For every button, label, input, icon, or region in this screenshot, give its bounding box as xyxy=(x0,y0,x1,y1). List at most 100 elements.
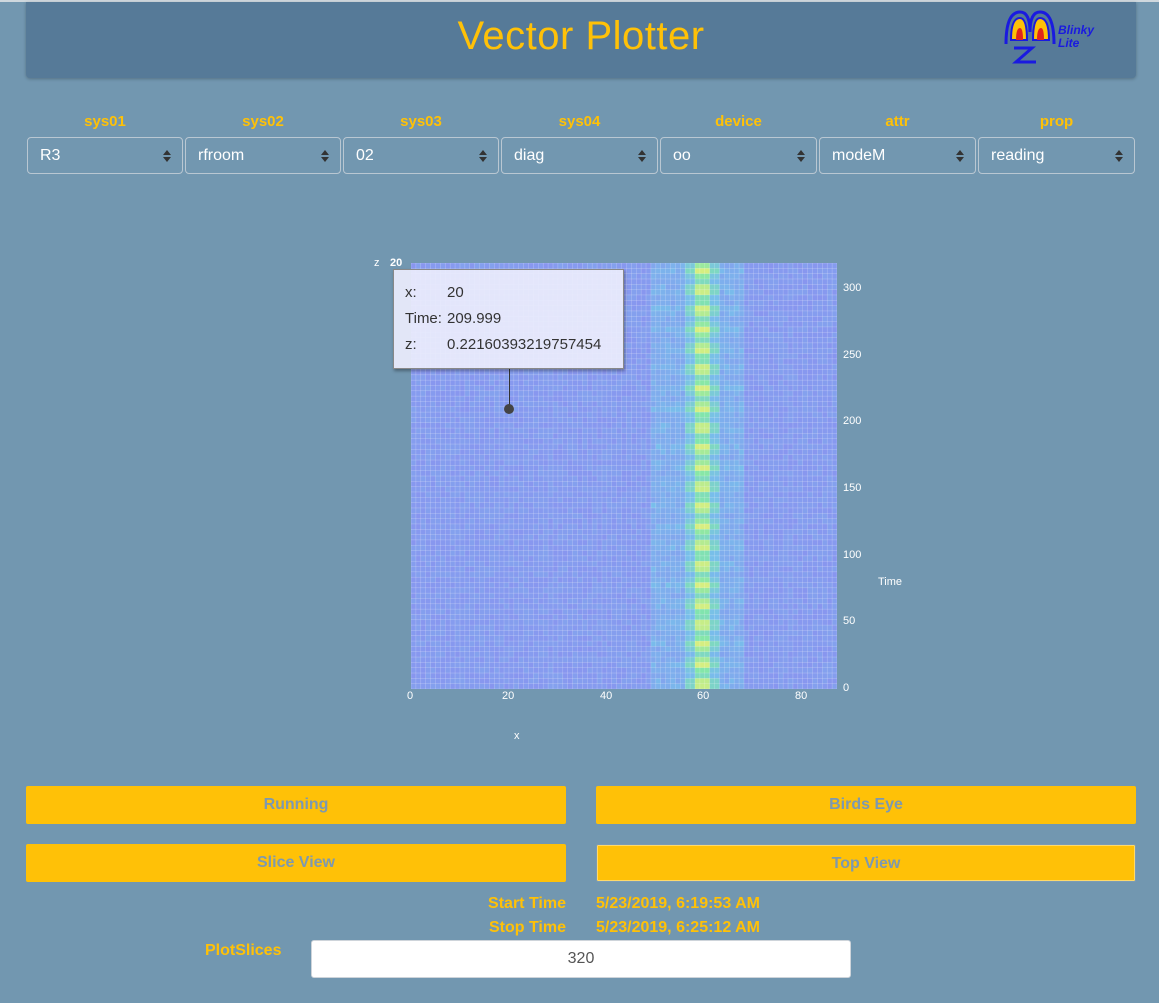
heatmap-cell xyxy=(479,609,485,615)
heatmap-cell xyxy=(479,571,485,578)
heatmap-cell xyxy=(675,454,681,461)
heatmap-cell xyxy=(646,449,652,456)
heatmap-cell xyxy=(411,651,417,658)
heatmap-cell xyxy=(650,673,657,679)
select-attr[interactable]: modeM xyxy=(819,137,976,174)
select-sys01[interactable]: R3 xyxy=(27,137,183,174)
heatmap-cell xyxy=(646,433,652,440)
heatmap-cell xyxy=(601,369,608,376)
heatmap-cell xyxy=(430,263,436,269)
heatmap-cell xyxy=(533,635,539,642)
heatmap-cell xyxy=(690,406,696,413)
z-axis-tick: 20 xyxy=(390,257,403,269)
heatmap-cell xyxy=(665,438,671,445)
heatmap-cell xyxy=(695,460,701,466)
select-sys02[interactable]: rfroom xyxy=(185,137,341,174)
heatmap-cell xyxy=(572,657,578,663)
heatmap-cell xyxy=(611,396,617,402)
heatmap-cell xyxy=(626,316,632,322)
heatmap-cell xyxy=(557,651,564,658)
heatmap-cell xyxy=(455,401,461,408)
heatmap-cell xyxy=(567,491,573,498)
heatmap-cell xyxy=(533,263,539,269)
heatmap-cell xyxy=(655,646,662,653)
heatmap-cell xyxy=(670,630,676,637)
heatmap-cell xyxy=(411,374,417,381)
heatmap-cell xyxy=(675,587,681,594)
heatmap-cell xyxy=(704,529,710,535)
heatmap-cell xyxy=(562,380,568,386)
heatmap-cell xyxy=(499,481,505,487)
heatmap-cell xyxy=(626,326,632,333)
heatmap-cell xyxy=(709,417,715,424)
heatmap-cell xyxy=(459,486,466,493)
heatmap-cell xyxy=(587,550,593,557)
heatmap-cell xyxy=(582,497,588,503)
heatmap-cell xyxy=(533,625,539,631)
heatmap-cell xyxy=(606,566,613,573)
heatmap-cell xyxy=(533,593,539,599)
heatmap-cell xyxy=(513,582,520,589)
heatmap-cell xyxy=(499,593,505,599)
select-value: reading xyxy=(991,147,1045,164)
heatmap-cell xyxy=(616,396,622,402)
select-device[interactable]: oo xyxy=(660,137,817,174)
heatmap-cell xyxy=(572,625,578,631)
heatmap-cell xyxy=(665,310,671,317)
heatmap-cell xyxy=(699,417,706,424)
heatmap-cell xyxy=(685,300,691,306)
heatmap-cell xyxy=(479,545,485,551)
heatmap-cell xyxy=(606,603,613,610)
heatmap-cell xyxy=(641,630,647,637)
heatmap-cell xyxy=(435,678,441,684)
heatmap-cell xyxy=(484,390,490,397)
heatmap-cell xyxy=(430,598,436,605)
heatmap-cell xyxy=(459,678,466,684)
heatmap-cell xyxy=(548,374,554,381)
heatmap-cell xyxy=(425,491,431,498)
heatmap-cell xyxy=(435,523,441,530)
heatmap-cell xyxy=(567,667,573,674)
heatmap-cell xyxy=(464,550,471,557)
heatmap-cell xyxy=(636,396,642,402)
heatmap-cell xyxy=(680,673,686,679)
heatmap-cell xyxy=(621,550,627,557)
heatmap-cell xyxy=(415,555,422,562)
heatmap-cell xyxy=(518,582,524,589)
heatmap-cell xyxy=(415,444,422,450)
heatmap-cell xyxy=(513,545,520,551)
heatmap-cell xyxy=(455,545,461,551)
select-sys04[interactable]: diag xyxy=(501,137,658,174)
heatmap-cell xyxy=(557,609,564,615)
heatmap-cell xyxy=(636,305,642,312)
heatmap-cell xyxy=(484,593,490,599)
heatmap-cell xyxy=(597,641,603,647)
select-sys03[interactable]: 02 xyxy=(343,137,499,174)
heatmap-cell xyxy=(606,561,613,567)
heatmap-cell xyxy=(513,507,520,514)
heatmap-cell xyxy=(606,571,613,578)
heatmap-cell xyxy=(690,470,696,477)
heatmap-cell xyxy=(646,337,652,344)
select-prop[interactable]: reading xyxy=(978,137,1135,174)
heatmap-cell xyxy=(704,614,710,621)
heatmap-cell xyxy=(704,294,710,301)
heatmap-cell xyxy=(665,614,671,621)
heatmap-cell xyxy=(528,507,534,514)
heatmap-cell xyxy=(440,417,446,424)
heatmap-cell xyxy=(567,582,573,589)
heatmap-cell xyxy=(641,337,647,344)
heatmap-cell xyxy=(518,433,524,440)
heatmap-cell xyxy=(641,476,647,482)
heatmap-cell xyxy=(665,284,671,290)
heatmap-cell xyxy=(675,657,681,663)
heatmap-cell xyxy=(557,667,564,674)
heatmap-cell xyxy=(646,566,652,573)
heatmap-cell xyxy=(606,545,613,551)
heatmap-cell xyxy=(690,337,696,344)
heatmap-cell xyxy=(680,454,686,461)
heatmap-cell xyxy=(538,662,544,669)
heatmap-cell xyxy=(430,545,436,551)
heatmap-cell xyxy=(577,396,583,402)
heatmap-cell xyxy=(479,625,485,631)
